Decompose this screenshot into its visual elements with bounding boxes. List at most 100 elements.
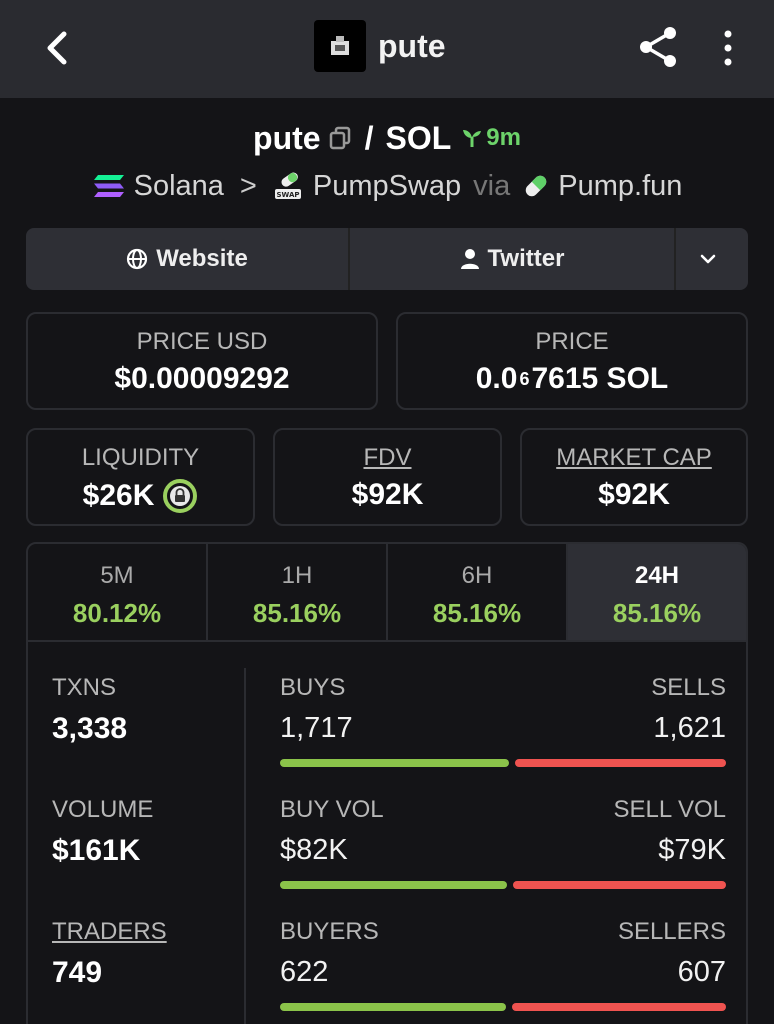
volume-split-bar <box>280 881 726 889</box>
tab-5m[interactable]: 5M 80.12% <box>28 544 208 640</box>
liquidity-value-row: $26K <box>28 478 253 514</box>
page-title: pute <box>378 27 446 64</box>
txns-value: 3,338 <box>52 712 128 745</box>
liquidity-card: LIQUIDITY $26K <box>26 428 255 526</box>
tab-label: 6H <box>461 562 493 589</box>
buy-vol-bar <box>280 881 507 889</box>
pumpswap-icon: SWAP <box>274 172 301 199</box>
volume-stat: VOLUME $161K <box>52 796 153 868</box>
route-breadcrumb: Solana > SWAP PumpSwap via Pump.fun <box>0 166 774 206</box>
twitter-label: Twitter <box>487 245 565 272</box>
tab-change: 80.12% <box>72 598 162 628</box>
fdv-value: $92K <box>351 478 424 511</box>
pair-age: 9m <box>461 124 521 152</box>
price-sol-suffix: 7615 SOL <box>531 362 669 395</box>
traders-label[interactable]: TRADERS <box>52 918 167 946</box>
chain-link[interactable]: Solana <box>134 170 224 203</box>
website-button[interactable]: Website <box>26 228 350 290</box>
price-sol-value: 0.0 6 7615 SOL <box>398 362 746 396</box>
tab-24h[interactable]: 24H 85.16% <box>568 544 746 640</box>
tab-1h[interactable]: 1H 85.16% <box>208 544 388 640</box>
traders-split-bar <box>280 1003 726 1011</box>
buy-vol-label: BUY VOL <box>280 796 384 823</box>
tab-label: 1H <box>281 562 313 589</box>
liquidity-value: $26K <box>82 479 155 512</box>
stats-panel: TXNS 3,338 VOLUME $161K TRADERS 749 BUYS… <box>26 642 748 1024</box>
volume-label: VOLUME <box>52 796 154 823</box>
tab-change: 85.16% <box>252 598 342 628</box>
tab-label: 5M <box>100 562 134 589</box>
stats-divider <box>244 668 246 1024</box>
price-usd-card: PRICE USD $0.00009292 <box>26 312 378 410</box>
traders-split-stat: BUYERS SELLERS 622 607 <box>280 918 726 1011</box>
more-links-button[interactable] <box>676 228 748 290</box>
timeframe-tabs: 5M 80.12% 1H 85.16% 6H 85.16% 24H 85.16% <box>26 542 748 642</box>
sellers-label: SELLERS <box>617 918 726 945</box>
sell-vol-label: SELL VOL <box>613 796 726 823</box>
txns-stat: TXNS 3,338 <box>52 674 127 746</box>
sell-vol-value: $79K <box>658 834 726 866</box>
price-sol-label: PRICE <box>535 328 609 355</box>
quote-symbol: SOL <box>385 119 452 156</box>
tab-label: 24H <box>634 562 680 589</box>
tab-6h[interactable]: 6H 85.16% <box>388 544 568 640</box>
lock-icon[interactable] <box>162 478 198 514</box>
tab-change: 85.16% <box>432 598 522 628</box>
route-chevron: > <box>239 169 257 202</box>
txns-label: TXNS <box>52 674 117 701</box>
sell-vol-bar <box>513 881 726 889</box>
market-cap-value: $92K <box>598 478 670 511</box>
fdv-label[interactable]: FDV <box>275 444 500 472</box>
traders-stat[interactable]: TRADERS 749 <box>52 918 167 990</box>
buys-label: BUYS <box>280 674 346 701</box>
market-cap-label[interactable]: MARKET CAP <box>522 444 746 472</box>
kebab-menu-icon[interactable] <box>716 28 740 68</box>
sellers-bar <box>511 1003 726 1011</box>
fdv-card[interactable]: FDV $92K <box>273 428 502 526</box>
svg-text:SWAP: SWAP <box>276 191 299 199</box>
sprout-icon <box>463 130 482 147</box>
dex-link[interactable]: PumpSwap <box>313 170 461 203</box>
token-logo <box>314 20 366 72</box>
social-links-bar: Website Twitter <box>26 228 748 290</box>
buy-vol-value: $82K <box>280 834 348 866</box>
price-usd-label: PRICE USD <box>136 328 268 355</box>
chevron-down-icon <box>700 254 716 264</box>
sells-bar <box>515 759 726 767</box>
solana-icon <box>93 175 124 197</box>
sells-label: SELLS <box>651 674 726 701</box>
market-cap-card[interactable]: MARKET CAP $92K <box>520 428 748 526</box>
globe-icon <box>127 248 148 270</box>
base-symbol: pute <box>253 119 321 156</box>
token-title: pute <box>314 20 446 72</box>
twitter-button[interactable]: Twitter <box>350 228 676 290</box>
launchpad-link[interactable]: Pump.fun <box>558 170 682 203</box>
share-icon[interactable] <box>636 24 680 70</box>
copy-icon[interactable] <box>329 126 351 150</box>
buyers-bar <box>280 1003 506 1011</box>
liquidity-label: LIQUIDITY <box>81 444 200 471</box>
pair-title: pute / SOL 9m <box>0 118 774 158</box>
buys-sells-stat: BUYS SELLS 1,717 1,621 <box>280 674 726 767</box>
price-usd-value: $0.00009292 <box>114 362 290 395</box>
website-label: Website <box>156 245 248 272</box>
volume-split-stat: BUY VOL SELL VOL $82K $79K <box>280 796 726 889</box>
buys-bar <box>280 759 510 767</box>
buyers-value: 622 <box>280 956 329 988</box>
buys-sells-bar <box>280 759 726 767</box>
age-text: 9m <box>486 124 521 151</box>
pair-separator: / <box>364 119 374 156</box>
price-sol-card: PRICE 0.0 6 7615 SOL <box>396 312 748 410</box>
back-arrow-icon[interactable] <box>36 26 80 70</box>
buys-value: 1,717 <box>280 712 353 744</box>
tab-change: 85.16% <box>612 598 702 628</box>
pumpfun-icon <box>526 175 547 197</box>
price-sol-zero-count: 6 <box>519 368 530 389</box>
sellers-value: 607 <box>677 956 726 988</box>
volume-value: $161K <box>52 834 141 867</box>
buyers-label: BUYERS <box>280 918 379 945</box>
person-icon <box>460 249 479 269</box>
via-label: via <box>473 169 511 202</box>
top-bar: pute <box>0 0 774 98</box>
price-sol-prefix: 0.0 <box>475 362 518 395</box>
